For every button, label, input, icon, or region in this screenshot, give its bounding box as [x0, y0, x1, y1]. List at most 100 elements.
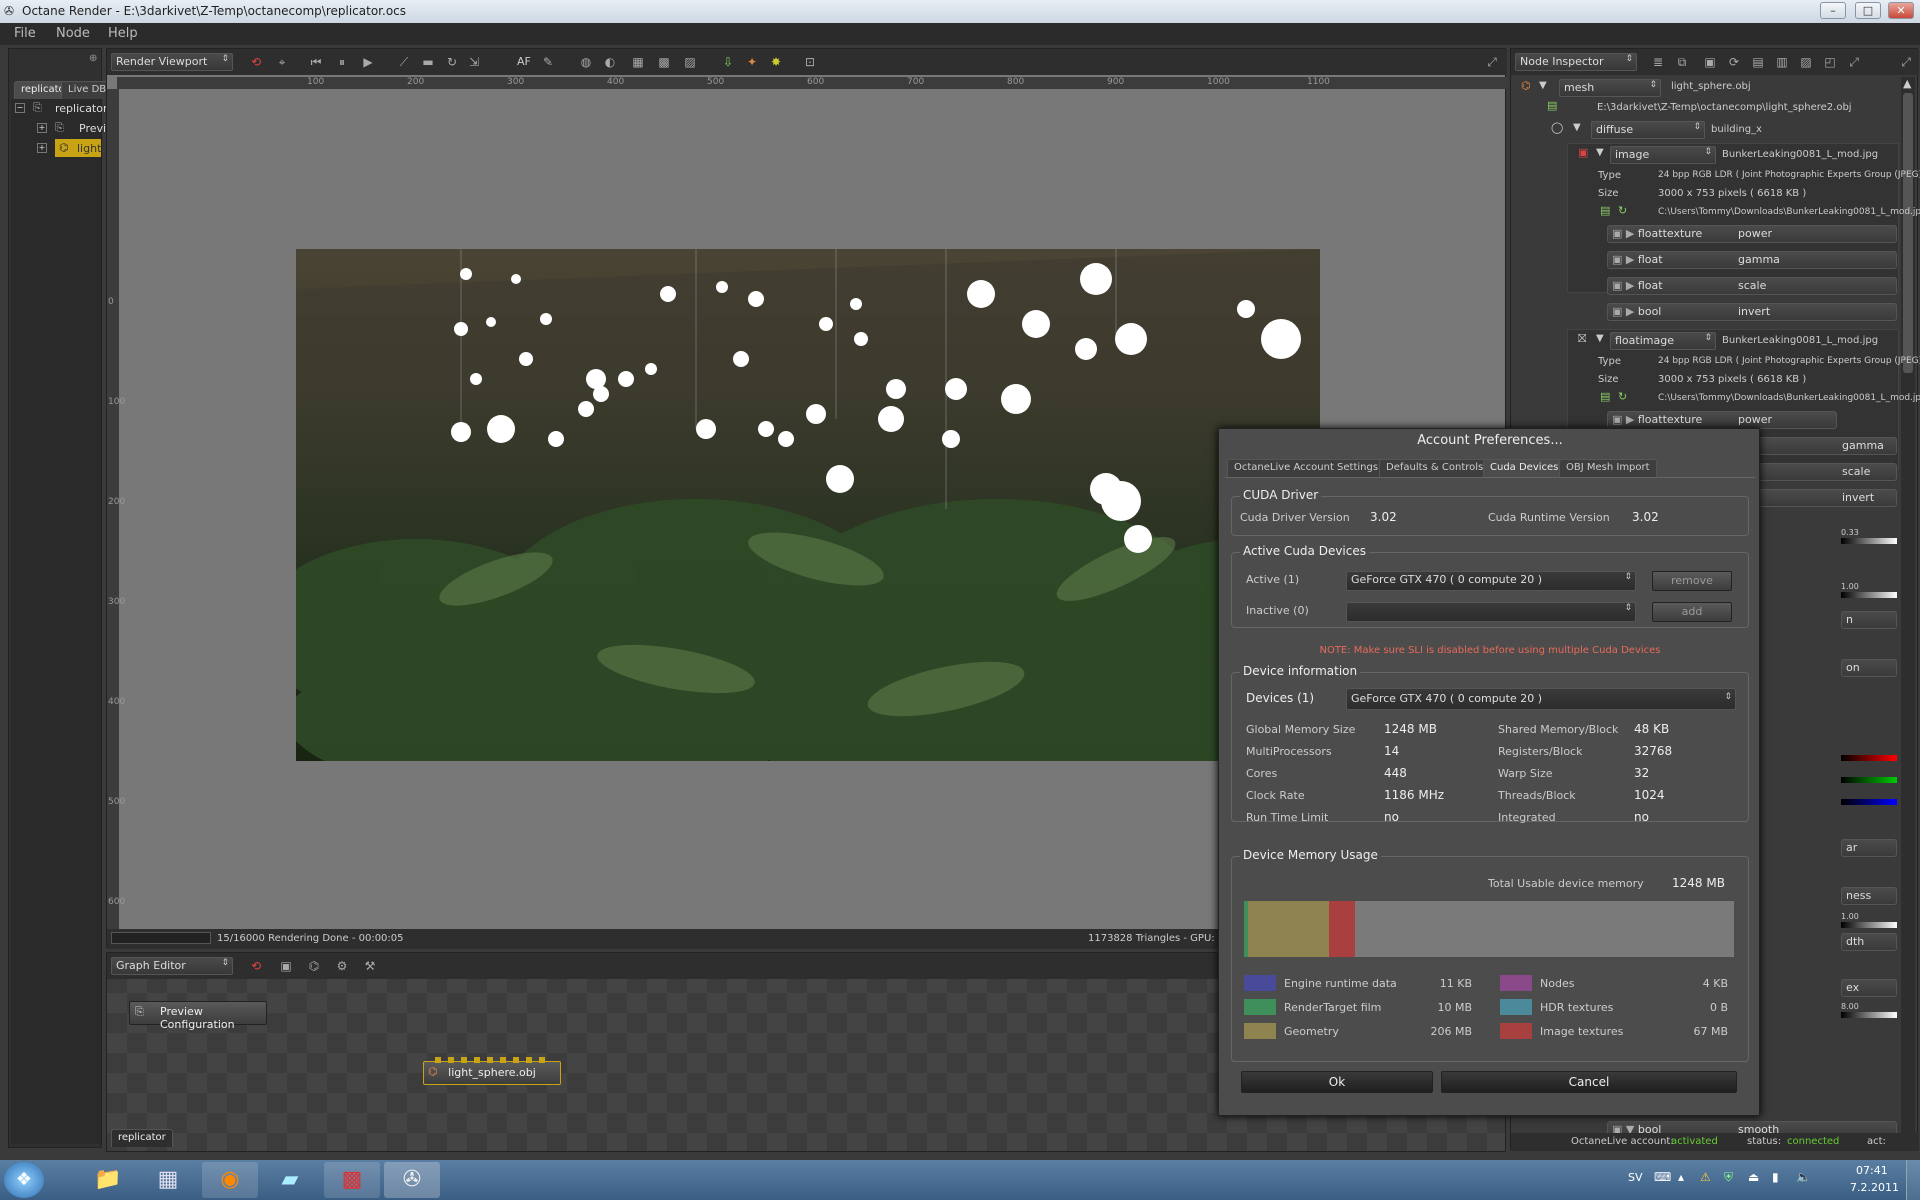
menu-help[interactable]: Help: [108, 26, 138, 41]
inspector-mode-select[interactable]: Node Inspector ⇕: [1515, 53, 1637, 71]
device-select[interactable]: GeForce GTX 470 ( 0 compute 20 ) ⇕: [1346, 688, 1736, 710]
floatimage-type-select[interactable]: floatimage ⇕: [1610, 332, 1716, 350]
load-icon[interactable]: ▤: [1600, 390, 1610, 403]
close-button[interactable]: ✕: [1888, 2, 1914, 19]
tab-defaults-controls[interactable]: Defaults & Controls: [1379, 459, 1491, 477]
minimize-button[interactable]: –: [1820, 2, 1846, 19]
ins-tool7-icon[interactable]: ▨: [1797, 53, 1815, 71]
ok-button[interactable]: Ok: [1241, 1071, 1433, 1093]
ins-tool8-icon[interactable]: ◰: [1821, 53, 1839, 71]
diffuse-type-select[interactable]: diffuse ⇕: [1591, 121, 1705, 139]
remove-button[interactable]: remove: [1652, 571, 1732, 591]
show-desktop-button[interactable]: [1906, 1160, 1920, 1200]
tray-keyboard-icon[interactable]: ⌨: [1654, 1170, 1671, 1184]
reset-graph-icon[interactable]: ⟲: [247, 957, 265, 975]
tab-octanelive-account[interactable]: OctaneLive Account Settings: [1227, 459, 1386, 477]
tray-security-icon[interactable]: ⛨: [1724, 1170, 1733, 1185]
row-partial-ex[interactable]: ex: [1841, 979, 1897, 997]
tab-graph-replicator[interactable]: replicator: [111, 1129, 173, 1147]
notepad-icon[interactable]: ▰: [262, 1162, 318, 1198]
tree-expander[interactable]: +: [37, 143, 47, 153]
rotate-icon[interactable]: ↻: [443, 53, 461, 71]
sphere2-icon[interactable]: ◐: [601, 53, 619, 71]
region-icon[interactable]: ▦: [629, 53, 647, 71]
export-icon[interactable]: ⇩: [719, 53, 737, 71]
collapse-icon[interactable]: ▼: [1573, 122, 1581, 133]
ins-tool3-icon[interactable]: ▣: [1701, 53, 1719, 71]
load-icon[interactable]: ▤: [1600, 204, 1610, 217]
tree-expander[interactable]: +: [37, 123, 47, 133]
value-slider[interactable]: 1.00: [1841, 909, 1897, 928]
grid-icon[interactable]: ▩: [655, 53, 673, 71]
lock-icon[interactable]: ⊡: [801, 53, 819, 71]
fullscreen-icon[interactable]: ⤢: [1483, 53, 1501, 71]
language-indicator[interactable]: SV: [1628, 1171, 1643, 1184]
row-partial-ness[interactable]: ness: [1841, 887, 1897, 905]
tree-item-replicator[interactable]: replicator: [55, 102, 108, 115]
node-light-sphere[interactable]: light_sphere.obj: [423, 1061, 561, 1085]
row-invert[interactable]: ▣ ▶ bool invert: [1607, 303, 1897, 321]
photoshop-icon[interactable]: ▩: [324, 1162, 380, 1198]
render-image[interactable]: [296, 249, 1320, 761]
file-icon[interactable]: ▤: [1547, 99, 1557, 112]
row-partial-ar[interactable]: ar: [1841, 839, 1897, 857]
row-power-2[interactable]: ▣ ▶ floattexture power: [1607, 411, 1837, 429]
inspector-scrollbar[interactable]: ▲ ▼: [1901, 77, 1915, 1152]
collapse-icon[interactable]: ▼: [1539, 80, 1547, 91]
light-icon[interactable]: ✸: [767, 53, 785, 71]
row-partial[interactable]: n: [1841, 611, 1897, 629]
settings-icon[interactable]: ⚙: [333, 957, 351, 975]
tray-warning-icon[interactable]: ⚠: [1700, 1170, 1711, 1184]
active-device-select[interactable]: GeForce GTX 470 ( 0 compute 20 ) ⇕: [1346, 571, 1636, 591]
ins-tool6-icon[interactable]: ▥: [1773, 53, 1791, 71]
node-preview-configuration[interactable]: Preview Configuration: [129, 1001, 267, 1031]
menu-file[interactable]: File: [14, 26, 36, 41]
octane-icon[interactable]: ✇: [384, 1162, 440, 1198]
calculator-icon[interactable]: ▦: [140, 1162, 196, 1198]
row-partial-on[interactable]: on: [1841, 659, 1897, 677]
add-node-icon[interactable]: ▣: [277, 957, 295, 975]
image-type-select[interactable]: image ⇕: [1610, 146, 1716, 164]
inactive-device-select[interactable]: ⇕: [1346, 602, 1636, 622]
ins-tool10-icon[interactable]: ⤢: [1897, 53, 1915, 71]
render-icon[interactable]: ✦: [743, 53, 761, 71]
reset-icon[interactable]: ⟲: [247, 53, 265, 71]
explorer-icon[interactable]: 📁: [80, 1162, 136, 1198]
cancel-button[interactable]: Cancel: [1441, 1071, 1737, 1093]
value-slider[interactable]: 8.00: [1841, 999, 1897, 1018]
row-scale[interactable]: ▣ ▶ float scale: [1607, 277, 1897, 295]
row-gamma[interactable]: ▣ ▶ float gamma: [1607, 251, 1897, 269]
reload-icon[interactable]: ↻: [1618, 390, 1627, 403]
clock-time[interactable]: 07:41: [1856, 1164, 1888, 1177]
maximize-button[interactable]: □: [1855, 2, 1881, 19]
menu-node[interactable]: Node: [56, 26, 90, 41]
pan-icon[interactable]: ⇲: [465, 53, 483, 71]
firefox-icon[interactable]: ◉: [202, 1162, 258, 1198]
tab-obj-mesh-import[interactable]: OBJ Mesh Import: [1559, 459, 1657, 477]
tray-network-icon[interactable]: ▮: [1772, 1170, 1779, 1184]
play-icon[interactable]: ▶: [359, 53, 377, 71]
value-slider[interactable]: 0.33: [1841, 525, 1897, 544]
value-slider[interactable]: 1.00: [1841, 579, 1897, 598]
af-button[interactable]: AF: [517, 55, 531, 68]
add-button[interactable]: add: [1652, 602, 1732, 622]
collapse-icon[interactable]: ▼: [1596, 147, 1604, 158]
pin-icon[interactable]: ⊕: [89, 53, 97, 64]
color-slider-green[interactable]: [1841, 777, 1897, 783]
tray-arrow-icon[interactable]: ▴: [1678, 1170, 1684, 1184]
scroll-thumb[interactable]: [1903, 93, 1913, 373]
tool-icon[interactable]: ⚒: [361, 957, 379, 975]
tree-item-preview[interactable]: Previ: [79, 122, 106, 135]
color-slider-red[interactable]: [1841, 755, 1897, 761]
ins-tool5-icon[interactable]: ▤: [1749, 53, 1767, 71]
tray-volume-icon[interactable]: 🔈: [1796, 1170, 1811, 1184]
af-icon[interactable]: ▬: [419, 53, 437, 71]
graph-mode-select[interactable]: Graph Editor ⇕: [111, 957, 233, 975]
row-power[interactable]: ▣ ▶ floattexture power: [1607, 225, 1897, 243]
focus-icon[interactable]: ⌖: [273, 53, 291, 71]
ins-tool4-icon[interactable]: ⟳: [1725, 53, 1743, 71]
checker-icon[interactable]: ▨: [681, 53, 699, 71]
clock-date[interactable]: 7.2.2011: [1850, 1181, 1899, 1194]
add-mesh-icon[interactable]: ⌬: [305, 957, 323, 975]
viewport-mode-select[interactable]: Render Viewport ⇕: [111, 53, 233, 71]
